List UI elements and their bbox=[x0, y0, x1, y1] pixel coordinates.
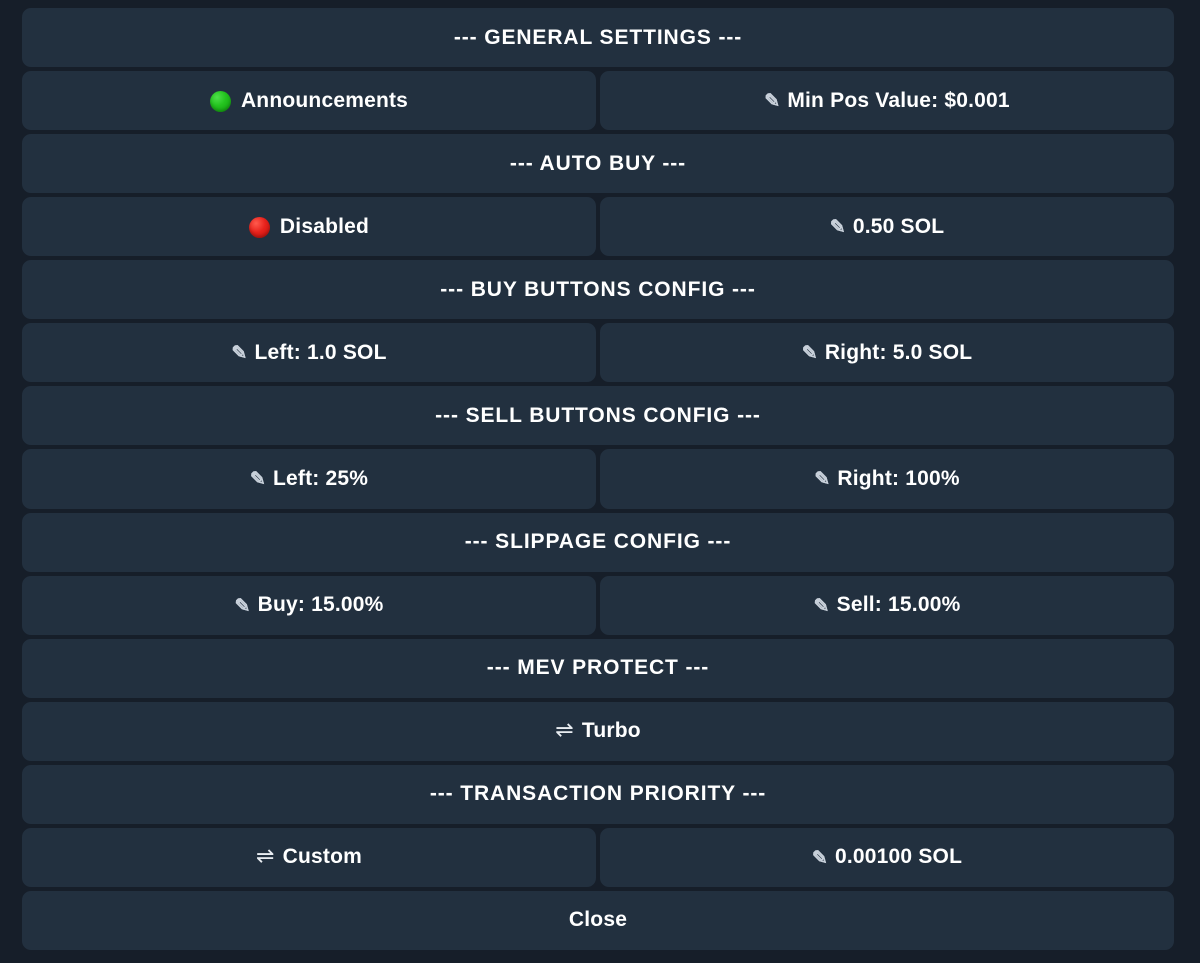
priority-mode-button-content: ⇌ Custom bbox=[256, 845, 362, 869]
priority-fee-button-label: 0.00100 SOL bbox=[835, 845, 963, 869]
section-auto-buy-content: --- AUTO BUY --- bbox=[510, 152, 686, 176]
sell-right-button-label: Right: 100% bbox=[837, 466, 960, 490]
priority-fee-button-content: ✎ 0.00100 SOL bbox=[812, 845, 962, 869]
keyboard-row: ✎ Left: 1.0 SOL ✎ Right: 5.0 SOL bbox=[22, 323, 1174, 383]
priority-fee-button[interactable]: ✎ 0.00100 SOL bbox=[600, 827, 1174, 887]
buy-right-button-label: Right: 5.0 SOL bbox=[824, 340, 973, 364]
section-slippage-config-label: --- SLIPPAGE CONFIG --- bbox=[464, 530, 732, 554]
pencil-icon: ✎ bbox=[231, 343, 248, 365]
section-general-settings[interactable]: --- GENERAL SETTINGS --- bbox=[22, 8, 1174, 68]
section-transaction-priority-content: --- TRANSACTION PRIORITY --- bbox=[430, 782, 766, 806]
red-circle-icon bbox=[248, 217, 270, 239]
swap-arrows-icon: ⇌ bbox=[555, 718, 574, 744]
close-button[interactable]: Close bbox=[22, 890, 1174, 950]
section-sell-buttons-config[interactable]: --- SELL BUTTONS CONFIG --- bbox=[22, 386, 1174, 446]
section-slippage-config[interactable]: --- SLIPPAGE CONFIG --- bbox=[22, 512, 1174, 572]
keyboard-row: --- SLIPPAGE CONFIG --- bbox=[22, 512, 1174, 572]
buy-left-button-content: ✎ Left: 1.0 SOL bbox=[231, 341, 386, 365]
settings-keyboard-panel: --- GENERAL SETTINGS --- Announcements ✎ Mi… bbox=[0, 0, 1200, 963]
keyboard-row: Announcements ✎ Min Pos Value: $0.001 bbox=[22, 71, 1174, 131]
section-slippage-config-content: --- SLIPPAGE CONFIG --- bbox=[465, 530, 731, 554]
pencil-icon: ✎ bbox=[764, 91, 781, 113]
section-auto-buy[interactable]: --- AUTO BUY --- bbox=[22, 134, 1174, 194]
keyboard-row: Disabled ✎ 0.50 SOL bbox=[22, 197, 1174, 257]
section-general-settings-content: --- GENERAL SETTINGS --- bbox=[454, 26, 742, 50]
keyboard-row: --- TRANSACTION PRIORITY --- bbox=[22, 764, 1174, 824]
green-circle-icon bbox=[209, 91, 231, 113]
close-button-content: Close bbox=[569, 908, 627, 932]
min-pos-value-button-content: ✎ Min Pos Value: $0.001 bbox=[764, 89, 1010, 113]
pencil-icon: ✎ bbox=[814, 469, 831, 491]
auto-buy-amount-button-label: 0.50 SOL bbox=[852, 214, 945, 238]
pencil-icon: ✎ bbox=[813, 595, 830, 617]
section-transaction-priority[interactable]: --- TRANSACTION PRIORITY --- bbox=[22, 764, 1174, 824]
auto-buy-amount-button[interactable]: ✎ 0.50 SOL bbox=[600, 197, 1174, 257]
section-buy-buttons-config[interactable]: --- BUY BUTTONS CONFIG --- bbox=[22, 260, 1174, 320]
priority-mode-button[interactable]: ⇌ Custom bbox=[22, 827, 596, 887]
buy-left-button-label: Left: 1.0 SOL bbox=[254, 340, 387, 364]
keyboard-row: --- MEV PROTECT --- bbox=[22, 638, 1174, 698]
section-general-settings-label: --- GENERAL SETTINGS --- bbox=[453, 25, 743, 49]
buy-right-button[interactable]: ✎ Right: 5.0 SOL bbox=[600, 323, 1174, 383]
keyboard-row: ✎ Buy: 15.00% ✎ Sell: 15.00% bbox=[22, 575, 1174, 635]
keyboard-row: --- SELL BUTTONS CONFIG --- bbox=[22, 386, 1174, 446]
slippage-sell-button[interactable]: ✎ Sell: 15.00% bbox=[600, 575, 1174, 635]
auto-buy-toggle-label: Disabled bbox=[279, 214, 370, 238]
section-buy-buttons-config-label: --- BUY BUTTONS CONFIG --- bbox=[440, 277, 756, 301]
announcements-toggle-content: Announcements bbox=[209, 88, 409, 113]
section-buy-buttons-config-content: --- BUY BUTTONS CONFIG --- bbox=[440, 278, 755, 302]
sell-left-button-content: ✎ Left: 25% bbox=[250, 467, 368, 491]
min-pos-value-button[interactable]: ✎ Min Pos Value: $0.001 bbox=[600, 71, 1174, 131]
section-mev-protect-content: --- MEV PROTECT --- bbox=[487, 656, 709, 680]
keyboard-row: ✎ Left: 25% ✎ Right: 100% bbox=[22, 449, 1174, 509]
sell-left-button-label: Left: 25% bbox=[272, 466, 369, 490]
slippage-buy-button[interactable]: ✎ Buy: 15.00% bbox=[22, 575, 596, 635]
keyboard-row: --- AUTO BUY --- bbox=[22, 134, 1174, 194]
section-transaction-priority-label: --- TRANSACTION PRIORITY --- bbox=[429, 782, 767, 806]
keyboard-row: --- BUY BUTTONS CONFIG --- bbox=[22, 260, 1174, 320]
slippage-buy-button-label: Buy: 15.00% bbox=[257, 593, 384, 617]
slippage-sell-button-content: ✎ Sell: 15.00% bbox=[814, 593, 961, 617]
buy-right-button-content: ✎ Right: 5.0 SOL bbox=[802, 341, 973, 365]
section-sell-buttons-config-label: --- SELL BUTTONS CONFIG --- bbox=[435, 403, 761, 427]
keyboard-row: Close bbox=[22, 890, 1174, 950]
announcements-toggle-label: Announcements bbox=[240, 88, 409, 112]
mev-protect-mode-button-label: Turbo bbox=[581, 719, 641, 743]
priority-mode-button-label: Custom bbox=[282, 845, 362, 869]
auto-buy-toggle-content: Disabled bbox=[248, 214, 370, 239]
min-pos-value-button-label: Min Pos Value: $0.001 bbox=[787, 88, 1010, 112]
section-mev-protect-label: --- MEV PROTECT --- bbox=[486, 656, 710, 680]
pencil-icon: ✎ bbox=[234, 595, 251, 617]
sell-right-button-content: ✎ Right: 100% bbox=[814, 467, 960, 491]
keyboard-row: ⇌ Turbo bbox=[22, 701, 1174, 761]
pencil-icon: ✎ bbox=[801, 343, 818, 365]
auto-buy-amount-button-content: ✎ 0.50 SOL bbox=[830, 215, 945, 239]
pencil-icon: ✎ bbox=[249, 469, 266, 491]
keyboard-row: ⇌ Custom ✎ 0.00100 SOL bbox=[22, 827, 1174, 887]
announcements-toggle[interactable]: Announcements bbox=[22, 71, 596, 131]
pencil-icon: ✎ bbox=[811, 847, 828, 869]
section-sell-buttons-config-content: --- SELL BUTTONS CONFIG --- bbox=[435, 404, 761, 428]
buy-left-button[interactable]: ✎ Left: 1.0 SOL bbox=[22, 323, 596, 383]
close-button-label: Close bbox=[568, 908, 628, 932]
slippage-buy-button-content: ✎ Buy: 15.00% bbox=[234, 593, 383, 617]
keyboard-row: --- GENERAL SETTINGS --- bbox=[22, 8, 1174, 68]
mev-protect-mode-button-content: ⇌ Turbo bbox=[555, 719, 641, 743]
pencil-icon: ✎ bbox=[829, 217, 846, 239]
sell-left-button[interactable]: ✎ Left: 25% bbox=[22, 449, 596, 509]
swap-arrows-icon: ⇌ bbox=[255, 844, 275, 870]
slippage-sell-button-label: Sell: 15.00% bbox=[836, 593, 961, 617]
auto-buy-toggle[interactable]: Disabled bbox=[22, 197, 596, 257]
section-mev-protect[interactable]: --- MEV PROTECT --- bbox=[22, 638, 1174, 698]
mev-protect-mode-button[interactable]: ⇌ Turbo bbox=[22, 701, 1174, 761]
section-auto-buy-label: --- AUTO BUY --- bbox=[509, 151, 687, 175]
sell-right-button[interactable]: ✎ Right: 100% bbox=[600, 449, 1174, 509]
